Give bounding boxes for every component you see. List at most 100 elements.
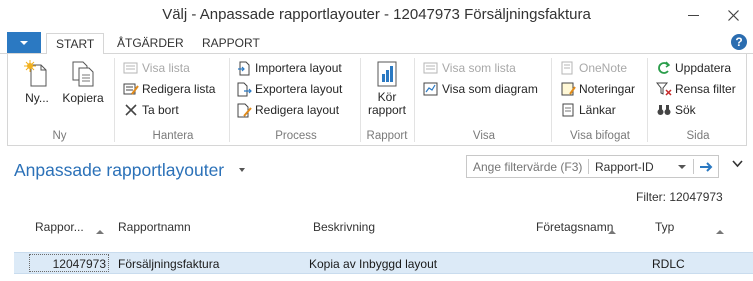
chevron-down-icon[interactable] bbox=[678, 165, 686, 169]
clear-filter-icon bbox=[656, 82, 672, 96]
clear-filter-button[interactable]: Rensa filter bbox=[656, 79, 736, 99]
sort-ascending-icon bbox=[608, 230, 616, 234]
links-icon bbox=[562, 103, 574, 117]
new-button-label: Ny... bbox=[25, 91, 49, 105]
edit-layout-icon bbox=[237, 103, 252, 117]
column-header-type[interactable]: Typ bbox=[655, 220, 674, 234]
onenote-label: OneNote bbox=[579, 61, 628, 75]
group-divider bbox=[114, 58, 115, 142]
links-label: Länkar bbox=[579, 103, 616, 117]
group-divider bbox=[360, 58, 361, 142]
group-divider bbox=[414, 58, 415, 142]
window-title: Välj - Anpassade rapportlayouter - 12047… bbox=[162, 6, 591, 23]
tab-rapport[interactable]: RAPPORT bbox=[193, 33, 269, 55]
group-process: Importera layout Exportera layout Redige… bbox=[232, 54, 360, 146]
column-header-description[interactable]: Beskrivning bbox=[313, 220, 375, 234]
group-divider bbox=[647, 58, 648, 142]
notes-icon bbox=[561, 82, 576, 96]
filter-input[interactable] bbox=[467, 156, 587, 177]
close-icon bbox=[727, 9, 739, 21]
import-layout-button[interactable]: Importera layout bbox=[236, 58, 342, 78]
filter-divider bbox=[588, 159, 589, 174]
group-label-hantera: Hantera bbox=[152, 130, 194, 142]
export-icon bbox=[237, 82, 252, 96]
refresh-button[interactable]: Uppdatera bbox=[656, 58, 731, 78]
help-icon[interactable]: ? bbox=[731, 34, 747, 50]
page-title: Anpassade rapportlayouter bbox=[14, 160, 225, 180]
ribbon-tabs: START ÅTGÄRDER RAPPORT ? bbox=[0, 30, 753, 55]
edit-list-icon bbox=[123, 83, 139, 95]
onenote-icon bbox=[561, 61, 573, 75]
chart-icon bbox=[423, 82, 438, 96]
filter-summary: Filter: 12047973 bbox=[636, 190, 723, 204]
group-label-visa: Visa bbox=[472, 130, 496, 142]
filter-field-select[interactable]: Rapport-ID bbox=[595, 160, 654, 174]
search-label: Sök bbox=[675, 103, 696, 117]
view-as-list-button[interactable]: Visa som lista bbox=[423, 58, 516, 78]
export-layout-label: Exportera layout bbox=[255, 82, 343, 96]
new-document-icon bbox=[24, 60, 47, 87]
column-header-report-id[interactable]: Rappor... bbox=[35, 220, 84, 234]
view-list-icon bbox=[123, 62, 138, 74]
chevron-down-icon[interactable] bbox=[239, 168, 245, 172]
group-sida: Uppdatera Rensa filter Sök Sida bbox=[650, 54, 746, 146]
import-icon bbox=[238, 61, 250, 75]
row-description: Kopia av Inbyggd layout bbox=[309, 257, 438, 271]
row-report-name: Försäljningsfaktura bbox=[118, 257, 220, 271]
delete-label: Ta bort bbox=[142, 103, 179, 117]
arrow-right-icon[interactable] bbox=[698, 159, 714, 175]
minimize-button[interactable] bbox=[673, 0, 713, 30]
group-ny: Ny... Kopiera Ny bbox=[8, 54, 111, 146]
close-button[interactable] bbox=[713, 0, 753, 30]
group-hantera: Visa lista Redigera lista Ta bort Hanter… bbox=[117, 54, 229, 146]
notes-label: Noteringar bbox=[579, 82, 636, 96]
clear-filter-label: Rensa filter bbox=[675, 82, 736, 96]
table-row[interactable]: 12047973 Försäljningsfaktura Kopia av In… bbox=[14, 252, 753, 274]
tab-atgarder[interactable]: ÅTGÄRDER bbox=[108, 33, 193, 55]
ribbon: Ny... Kopiera Ny Visa lista Redigera lis… bbox=[7, 54, 747, 146]
group-rapport: Kör rapport Rapport bbox=[362, 54, 412, 146]
column-header-report-name[interactable]: Rapportnamn bbox=[118, 220, 191, 234]
refresh-label: Uppdatera bbox=[675, 61, 732, 75]
sort-ascending-icon bbox=[716, 230, 724, 234]
run-report-button[interactable]: Kör rapport bbox=[364, 60, 410, 117]
copy-button[interactable]: Kopiera bbox=[61, 60, 105, 105]
filter-box: Rapport-ID bbox=[466, 155, 719, 178]
group-label-visa-bifogat: Visa bifogat bbox=[570, 130, 630, 142]
tab-start[interactable]: START bbox=[46, 33, 105, 55]
search-button[interactable]: Sök bbox=[656, 100, 696, 120]
view-as-list-label: Visa som lista bbox=[442, 61, 516, 75]
app-menu-button[interactable] bbox=[7, 32, 41, 53]
group-label-ny: Ny bbox=[52, 130, 67, 142]
view-list-button[interactable]: Visa lista bbox=[123, 58, 190, 78]
edit-layout-label: Redigera layout bbox=[255, 103, 340, 117]
chevron-down-icon[interactable] bbox=[732, 160, 743, 168]
group-divider bbox=[551, 58, 552, 142]
onenote-button[interactable]: OneNote bbox=[560, 58, 627, 78]
view-as-chart-button[interactable]: Visa som diagram bbox=[423, 79, 538, 99]
title-bar: Välj - Anpassade rapportlayouter - 12047… bbox=[0, 0, 753, 30]
notes-button[interactable]: Noteringar bbox=[560, 79, 635, 99]
row-report-id-cell[interactable]: 12047973 bbox=[29, 254, 109, 272]
chevron-down-icon bbox=[20, 40, 28, 45]
view-as-list-icon bbox=[423, 62, 438, 74]
view-as-chart-label: Visa som diagram bbox=[442, 82, 538, 96]
column-header-company[interactable]: Företagsnamn bbox=[536, 220, 613, 234]
import-layout-label: Importera layout bbox=[255, 61, 342, 75]
row-type: RDLC bbox=[652, 257, 685, 271]
refresh-icon bbox=[658, 61, 671, 74]
new-button[interactable]: Ny... bbox=[17, 60, 57, 105]
group-divider bbox=[229, 58, 230, 142]
binoculars-icon bbox=[657, 105, 671, 115]
sort-ascending-icon bbox=[96, 230, 104, 234]
minimize-icon bbox=[687, 14, 699, 16]
edit-layout-button[interactable]: Redigera layout bbox=[236, 100, 339, 120]
export-layout-button[interactable]: Exportera layout bbox=[236, 79, 342, 99]
links-button[interactable]: Länkar bbox=[560, 100, 616, 120]
delete-icon bbox=[125, 104, 137, 116]
table-header: Rappor... Rapportnamn Beskrivning Företa… bbox=[0, 210, 753, 250]
view-list-label: Visa lista bbox=[142, 61, 190, 75]
edit-list-button[interactable]: Redigera lista bbox=[123, 79, 215, 99]
row-report-id: 12047973 bbox=[52, 257, 106, 271]
delete-button[interactable]: Ta bort bbox=[123, 100, 179, 120]
